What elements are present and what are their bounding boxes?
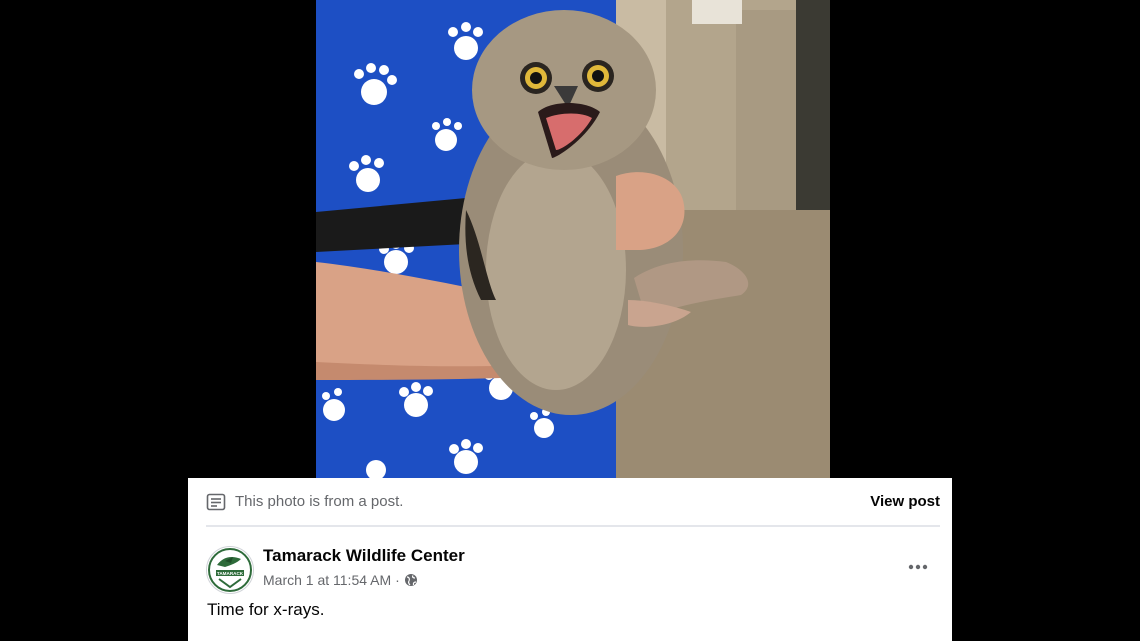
post-author-name[interactable]: Tamarack Wildlife Center — [263, 546, 465, 566]
post-card: This photo is from a post. View post TAM… — [188, 478, 952, 641]
avatar[interactable]: TAMARACK — [206, 546, 254, 594]
more-options-icon — [908, 557, 928, 575]
document-icon — [206, 493, 226, 511]
post-photo[interactable] — [316, 0, 830, 478]
more-options-button[interactable] — [896, 556, 940, 576]
view-post-link[interactable]: View post — [870, 493, 940, 510]
photo-source-banner: This photo is from a post. View post — [206, 478, 940, 527]
post-meta: March 1 at 11:54 AM · — [263, 572, 418, 588]
svg-text:TAMARACK: TAMARACK — [217, 571, 244, 576]
meta-separator: · — [395, 572, 400, 588]
banner-text: This photo is from a post. — [235, 493, 404, 510]
post-timestamp[interactable]: March 1 at 11:54 AM — [263, 572, 391, 588]
post-caption: Time for x-rays. — [207, 600, 325, 619]
globe-icon[interactable] — [404, 573, 418, 587]
